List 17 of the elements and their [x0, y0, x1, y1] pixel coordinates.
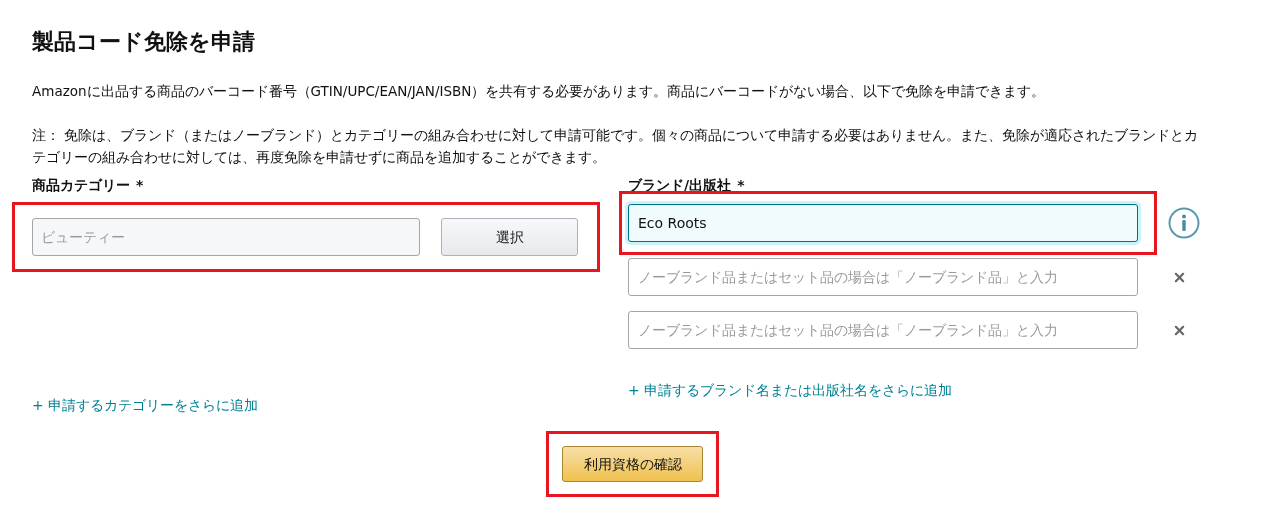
brand-field[interactable]: ノーブランド品またはセット品の場合は「ノーブランド品」と入力	[628, 311, 1138, 349]
add-category-link[interactable]: + 申請するカテゴリーをさらに追加	[32, 395, 628, 415]
intro-text: Amazonに出品する商品のバーコード番号（GTIN/UPC/EAN/JAN/ISBN）を共有する必要があります。商品にバーコードがない場合、以下で免除を申請できます。	[32, 82, 1047, 101]
note-text: 注： 免除は、ブランド（またはノーブランド）とカテゴリーの組み合わせに対して申請可能です。個々の商品について申請する必要はありません。また、免除が適応されたブランドとカテゴリーの組み合わせに対しては、再度免除を申請せずに商品を追加することができます。	[32, 126, 1200, 167]
close-icon[interactable]	[1174, 324, 1185, 336]
brand-field[interactable]: ノーブランド品またはセット品の場合は「ノーブランド品」と入力	[628, 258, 1138, 296]
required-mark: *	[136, 176, 144, 195]
category-field[interactable]: ビューティー	[32, 218, 420, 256]
info-icon[interactable]	[1168, 207, 1200, 239]
brand-field[interactable]: Eco Roots	[628, 204, 1138, 242]
close-icon[interactable]	[1174, 271, 1185, 283]
eligibility-button[interactable]: 利用資格の確認	[562, 446, 703, 482]
add-brand-link[interactable]: + 申請するブランド名または出版社名をさらに追加	[628, 380, 1200, 400]
required-mark: *	[737, 176, 745, 195]
field-label: 商品カテゴリー	[32, 176, 130, 195]
page-title: 製品コード免除を申請	[32, 28, 256, 56]
select-button[interactable]: 選択	[441, 218, 578, 256]
